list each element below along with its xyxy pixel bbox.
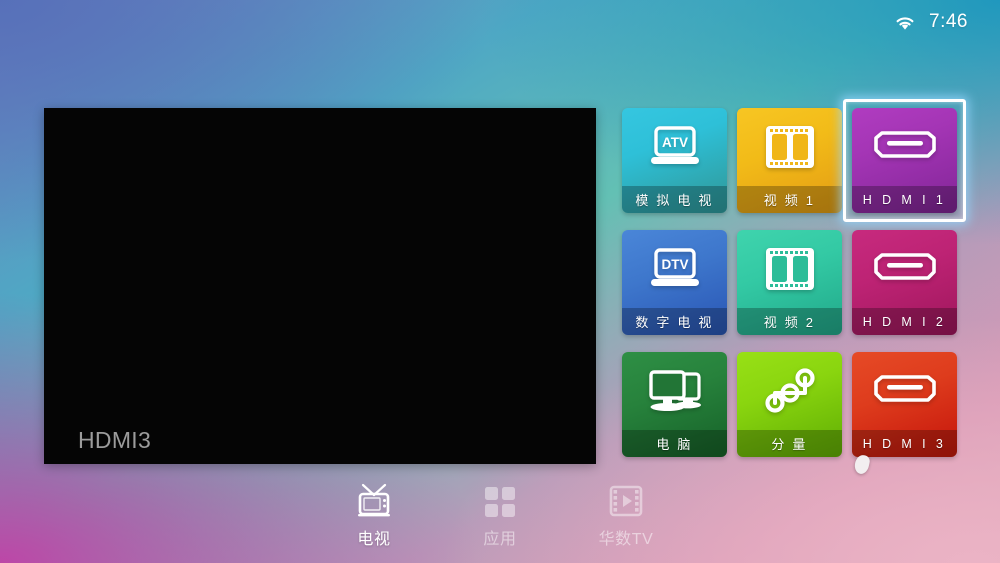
source-tile-label: 模 拟 电 视 <box>622 186 727 213</box>
hdmi-port-icon <box>852 108 957 186</box>
nav-item-label: 电视 <box>357 531 391 548</box>
source-tile-atv[interactable]: ATV 模 拟 电 视 <box>622 108 727 213</box>
source-tile-label: H D M I 2 <box>852 308 957 335</box>
source-tile-label: 视 频 2 <box>737 308 842 335</box>
bottom-navigation-bar: 电视 应用 华数TV <box>0 471 1000 557</box>
source-grid: ATV 模 拟 电 视 视 频 1 H D M I 1 DTV 数 字 电 视 … <box>622 99 966 457</box>
source-tile-hdmi1[interactable]: H D M I 1 <box>843 99 966 222</box>
nav-item-label: 华数TV <box>598 531 654 548</box>
source-tile-pc[interactable]: 电 脑 <box>622 352 727 457</box>
svg-text:DTV: DTV <box>661 257 688 272</box>
source-tile-label: H D M I 1 <box>852 186 957 213</box>
nav-item-wasutv[interactable]: 华数TV <box>583 479 669 549</box>
source-tile-hdmi3[interactable]: H D M I 3 <box>852 352 957 457</box>
hdmi-port-icon <box>852 230 957 308</box>
component-nodes-icon <box>737 352 842 430</box>
tv-source-selection-screen: 7:46 HDMI3 ATV 模 拟 电 视 视 频 1 H D M I 1 D… <box>0 0 1000 563</box>
film-strip-icon <box>737 108 842 186</box>
source-tile-label: 分 量 <box>737 430 842 457</box>
television-icon <box>355 479 393 519</box>
nav-item-apps[interactable]: 应用 <box>457 479 543 549</box>
dual-monitor-icon <box>622 352 727 430</box>
source-tile-label: 视 频 1 <box>737 186 842 213</box>
wifi-icon <box>894 14 916 31</box>
laptop-atv-icon: ATV <box>622 108 727 186</box>
source-tile-video1[interactable]: 视 频 1 <box>737 108 842 213</box>
grid-apps-icon <box>482 479 518 519</box>
status-bar-clock: 7:46 <box>929 11 968 32</box>
source-tile-label: H D M I 3 <box>852 430 957 457</box>
status-bar: 7:46 <box>700 0 1000 44</box>
source-tile-dtv[interactable]: DTV 数 字 电 视 <box>622 230 727 335</box>
nav-item-label: 应用 <box>483 531 517 548</box>
source-tile-component[interactable]: 分 量 <box>737 352 842 457</box>
source-tile-label: 电 脑 <box>622 430 727 457</box>
preview-source-label: HDMI3 <box>78 427 152 453</box>
video-preview-pane[interactable]: HDMI3 <box>44 108 596 464</box>
source-tile-hdmi2[interactable]: H D M I 2 <box>852 230 957 335</box>
source-tile-video2[interactable]: 视 频 2 <box>737 230 842 335</box>
hdmi-port-icon <box>852 352 957 430</box>
laptop-dtv-icon: DTV <box>622 230 727 308</box>
source-tile-label: 数 字 电 视 <box>622 308 727 335</box>
nav-item-tv[interactable]: 电视 <box>331 479 417 549</box>
svg-text:ATV: ATV <box>662 135 688 150</box>
video-play-icon <box>608 479 644 519</box>
film-strip-icon <box>737 230 842 308</box>
